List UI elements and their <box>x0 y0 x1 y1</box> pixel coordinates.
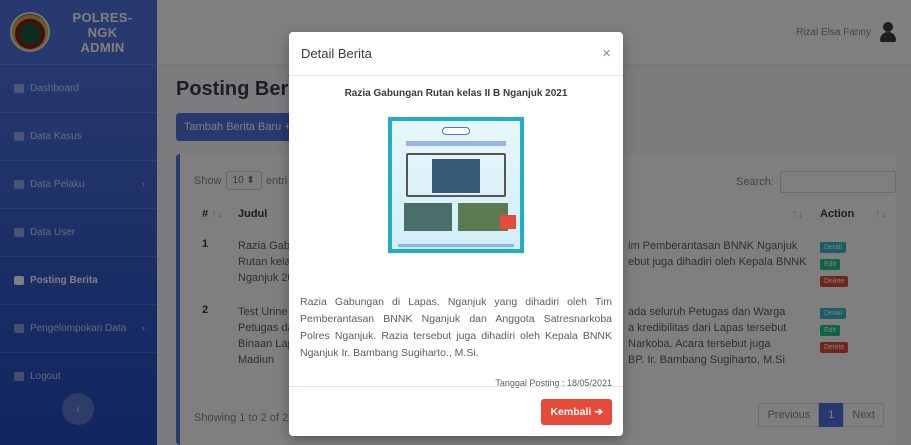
modal-header: Detail Berita × <box>289 32 623 76</box>
close-icon[interactable]: × <box>602 46 611 61</box>
modal-title: Detail Berita <box>301 46 372 61</box>
back-button[interactable]: Kembali ➔ <box>541 399 612 425</box>
news-body: Razia Gabungan di Lapas. Nganjuk yang di… <box>300 296 612 359</box>
news-title: Razia Gabungan Rutan kelas II B Nganjuk … <box>344 88 568 99</box>
news-image <box>388 117 524 253</box>
news-detail-modal: Detail Berita × Razia Gabungan Rutan kel… <box>289 32 623 436</box>
modal-footer: Kembali ➔ <box>289 386 623 436</box>
